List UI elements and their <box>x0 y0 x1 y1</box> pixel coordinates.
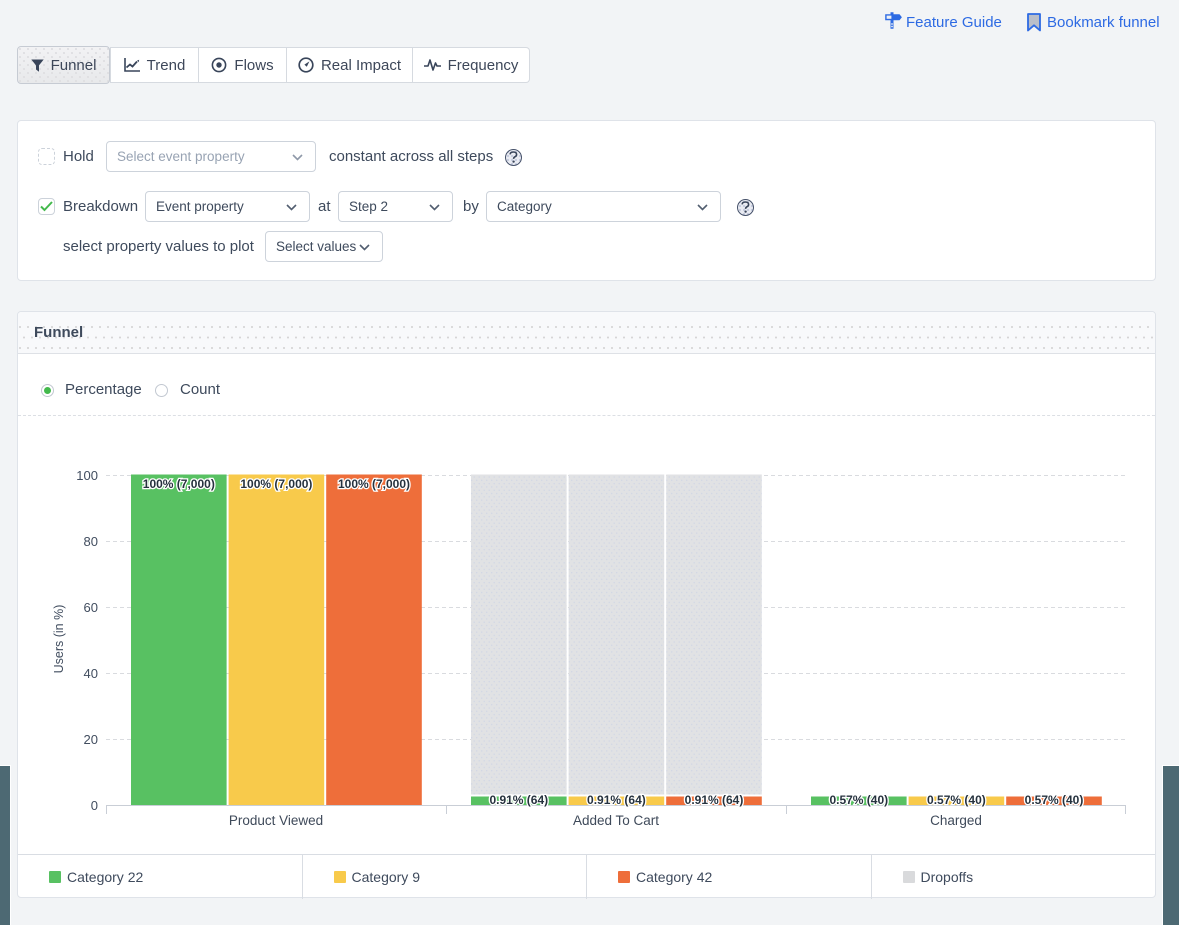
svg-text:0.57% (40): 0.57% (40) <box>829 793 888 807</box>
svg-text:0.91% (64): 0.91% (64) <box>489 793 548 807</box>
svg-text:100% (7,000): 100% (7,000) <box>338 477 410 491</box>
svg-text:0.57% (40): 0.57% (40) <box>1025 793 1084 807</box>
svg-text:0.57% (40): 0.57% (40) <box>927 793 986 807</box>
svg-text:100% (7,000): 100% (7,000) <box>143 477 215 491</box>
svg-text:Added To Cart: Added To Cart <box>573 813 659 828</box>
svg-text:0.91% (64): 0.91% (64) <box>587 793 646 807</box>
svg-text:0.91% (64): 0.91% (64) <box>685 793 744 807</box>
svg-text:60: 60 <box>84 600 98 615</box>
svg-text:80: 80 <box>84 534 98 549</box>
svg-text:20: 20 <box>84 732 98 747</box>
svg-text:100% (7,000): 100% (7,000) <box>240 477 312 491</box>
svg-text:Product Viewed: Product Viewed <box>229 813 323 828</box>
svg-text:40: 40 <box>84 666 98 681</box>
svg-text:Charged: Charged <box>930 813 982 828</box>
svg-text:100: 100 <box>76 468 98 483</box>
svg-text:0: 0 <box>91 798 98 813</box>
svg-text:Users (in %): Users (in %) <box>52 605 66 674</box>
